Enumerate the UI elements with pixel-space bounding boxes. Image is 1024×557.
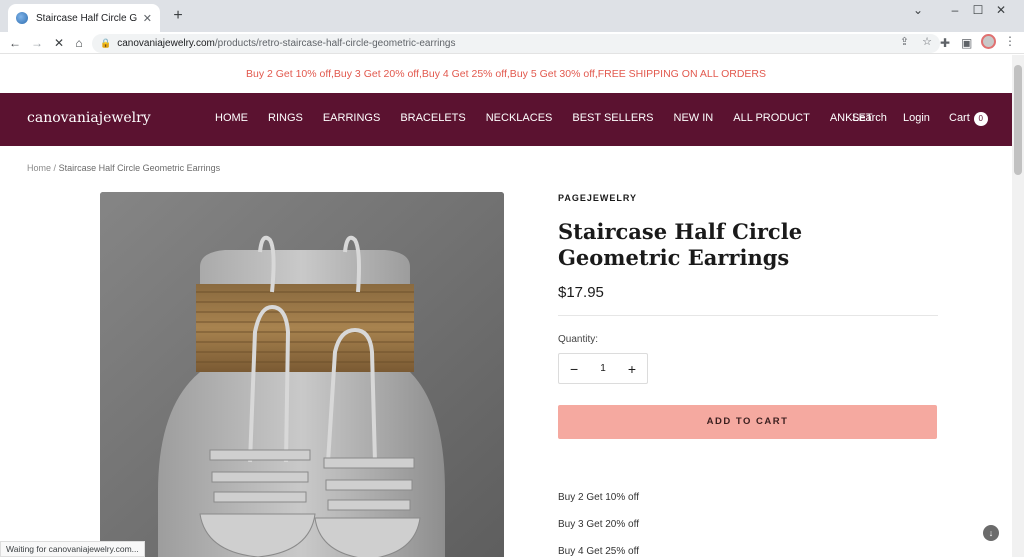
share-icon[interactable]: ⇪: [900, 36, 909, 48]
tab-title: Staircase Half Circle Geometric E: [36, 12, 137, 24]
new-tab-icon[interactable]: +: [168, 6, 188, 26]
cart-label: Cart: [949, 112, 970, 124]
offer-item: Buy 3 Get 20% off: [558, 519, 639, 530]
cart-count-badge: 0: [973, 112, 988, 126]
product-price: $17.95: [558, 284, 604, 301]
forward-arrow-icon[interactable]: →: [28, 34, 46, 52]
offer-list: Buy 2 Get 10% off Buy 3 Get 20% off Buy …: [558, 492, 639, 557]
url-host: canovaniajewelry.com: [117, 38, 215, 49]
bookmark-star-icon[interactable]: ☆: [922, 36, 932, 48]
offer-item: Buy 4 Get 25% off: [558, 546, 639, 557]
site-favicon-icon: [16, 12, 28, 24]
quantity-decrease-button[interactable]: −: [570, 361, 578, 377]
breadcrumb-home[interactable]: Home: [27, 163, 51, 173]
home-icon[interactable]: ⌂: [70, 34, 88, 52]
quantity-label: Quantity:: [558, 334, 599, 345]
scrollbar-thumb[interactable]: [1014, 65, 1022, 175]
stop-loading-icon[interactable]: ✕: [50, 34, 68, 52]
window-close-icon[interactable]: ✕: [978, 0, 1024, 22]
nav-best-sellers[interactable]: BEST SELLERS: [572, 112, 653, 124]
profile-avatar[interactable]: [981, 34, 996, 49]
url-path: /products/retro-staircase-half-circle-ge…: [214, 38, 456, 49]
breadcrumb-separator: /: [53, 163, 57, 173]
web-page: Buy 2 Get 10% off,Buy 3 Get 20% off,Buy …: [0, 55, 1012, 557]
divider: [558, 315, 938, 316]
cart-link[interactable]: Cart 0: [949, 112, 988, 126]
extensions-puzzle-icon[interactable]: ✚: [940, 34, 950, 52]
site-header: canovaniajewelry HOME RINGS EARRINGS BRA…: [0, 93, 1012, 146]
quantity-increase-button[interactable]: +: [628, 361, 636, 377]
nav-all-product[interactable]: ALL PRODUCT: [733, 112, 810, 124]
breadcrumb-current: Staircase Half Circle Geometric Earrings: [58, 163, 221, 173]
main-nav: HOME RINGS EARRINGS BRACELETS NECKLACES …: [215, 112, 893, 124]
offer-item: Buy 2 Get 10% off: [558, 492, 639, 503]
lock-icon[interactable]: 🔒: [100, 38, 111, 49]
product-vendor[interactable]: PAGEJEWELRY: [558, 193, 637, 203]
nav-bracelets[interactable]: BRACELETS: [400, 112, 465, 124]
back-arrow-icon[interactable]: ←: [6, 34, 24, 52]
page-scrollbar[interactable]: [1012, 55, 1024, 557]
nav-earrings[interactable]: EARRINGS: [323, 112, 380, 124]
address-bar[interactable]: 🔒 canovaniajewelry.com /products/retro-s…: [92, 34, 940, 53]
status-bar: Waiting for canovaniajewelry.com...: [0, 541, 145, 557]
promo-banner[interactable]: Buy 2 Get 10% off,Buy 3 Get 20% off,Buy …: [0, 55, 1012, 93]
product-image[interactable]: [100, 192, 504, 557]
quantity-stepper: − 1 +: [558, 353, 648, 384]
nav-home[interactable]: HOME: [215, 112, 248, 124]
browser-tab[interactable]: Staircase Half Circle Geometric E ✕: [8, 4, 160, 32]
browser-menu-icon[interactable]: ⋮: [1004, 34, 1016, 48]
search-link[interactable]: Search: [852, 112, 887, 124]
add-to-cart-button[interactable]: ADD TO CART: [558, 405, 937, 439]
nav-necklaces[interactable]: NECKLACES: [486, 112, 553, 124]
browser-tab-bar: Staircase Half Circle Geometric E ✕ + ⌄ …: [0, 0, 1024, 32]
browser-toolbar: ← → ✕ ⌂ 🔒 canovaniajewelry.com /products…: [0, 32, 1024, 54]
scroll-to-top-icon[interactable]: ↓: [983, 525, 999, 541]
side-panel-icon[interactable]: ▣: [961, 34, 972, 52]
breadcrumb: Home / Staircase Half Circle Geometric E…: [27, 163, 220, 173]
quantity-input[interactable]: 1: [600, 363, 606, 374]
site-logo[interactable]: canovaniajewelry: [27, 110, 151, 126]
nav-new-in[interactable]: NEW IN: [674, 112, 714, 124]
nav-rings[interactable]: RINGS: [268, 112, 303, 124]
product-title: Staircase Half Circle Geometric Earrings: [558, 219, 803, 270]
tab-close-icon[interactable]: ✕: [143, 12, 152, 25]
login-link[interactable]: Login: [903, 112, 930, 124]
